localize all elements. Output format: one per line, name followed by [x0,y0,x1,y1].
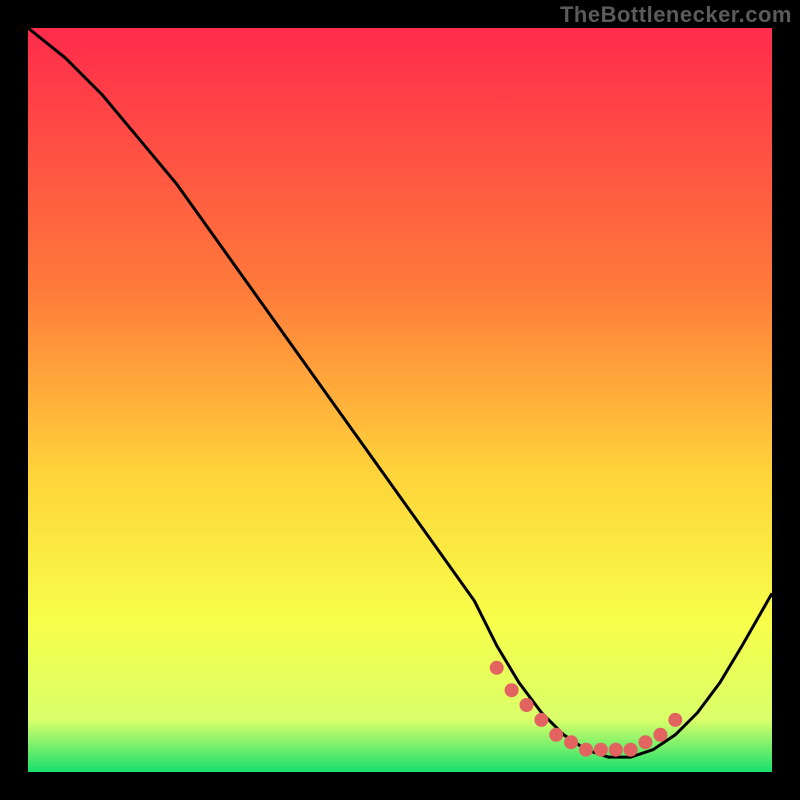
chart-frame: TheBottlenecker.com [0,0,800,800]
optimal-dot [639,735,653,749]
optimal-dot [653,728,667,742]
optimal-dot [505,683,519,697]
optimal-dot [609,743,623,757]
optimal-dot [668,713,682,727]
optimal-dot [594,743,608,757]
optimal-dot [520,698,534,712]
watermark-text: TheBottlenecker.com [560,2,792,28]
optimal-dot [579,743,593,757]
optimal-dot [564,735,578,749]
plot-area [28,28,772,772]
optimal-dot [624,743,638,757]
optimal-dot [534,713,548,727]
optimal-dot [490,661,504,675]
optimal-dot [549,728,563,742]
chart-svg [28,28,772,772]
